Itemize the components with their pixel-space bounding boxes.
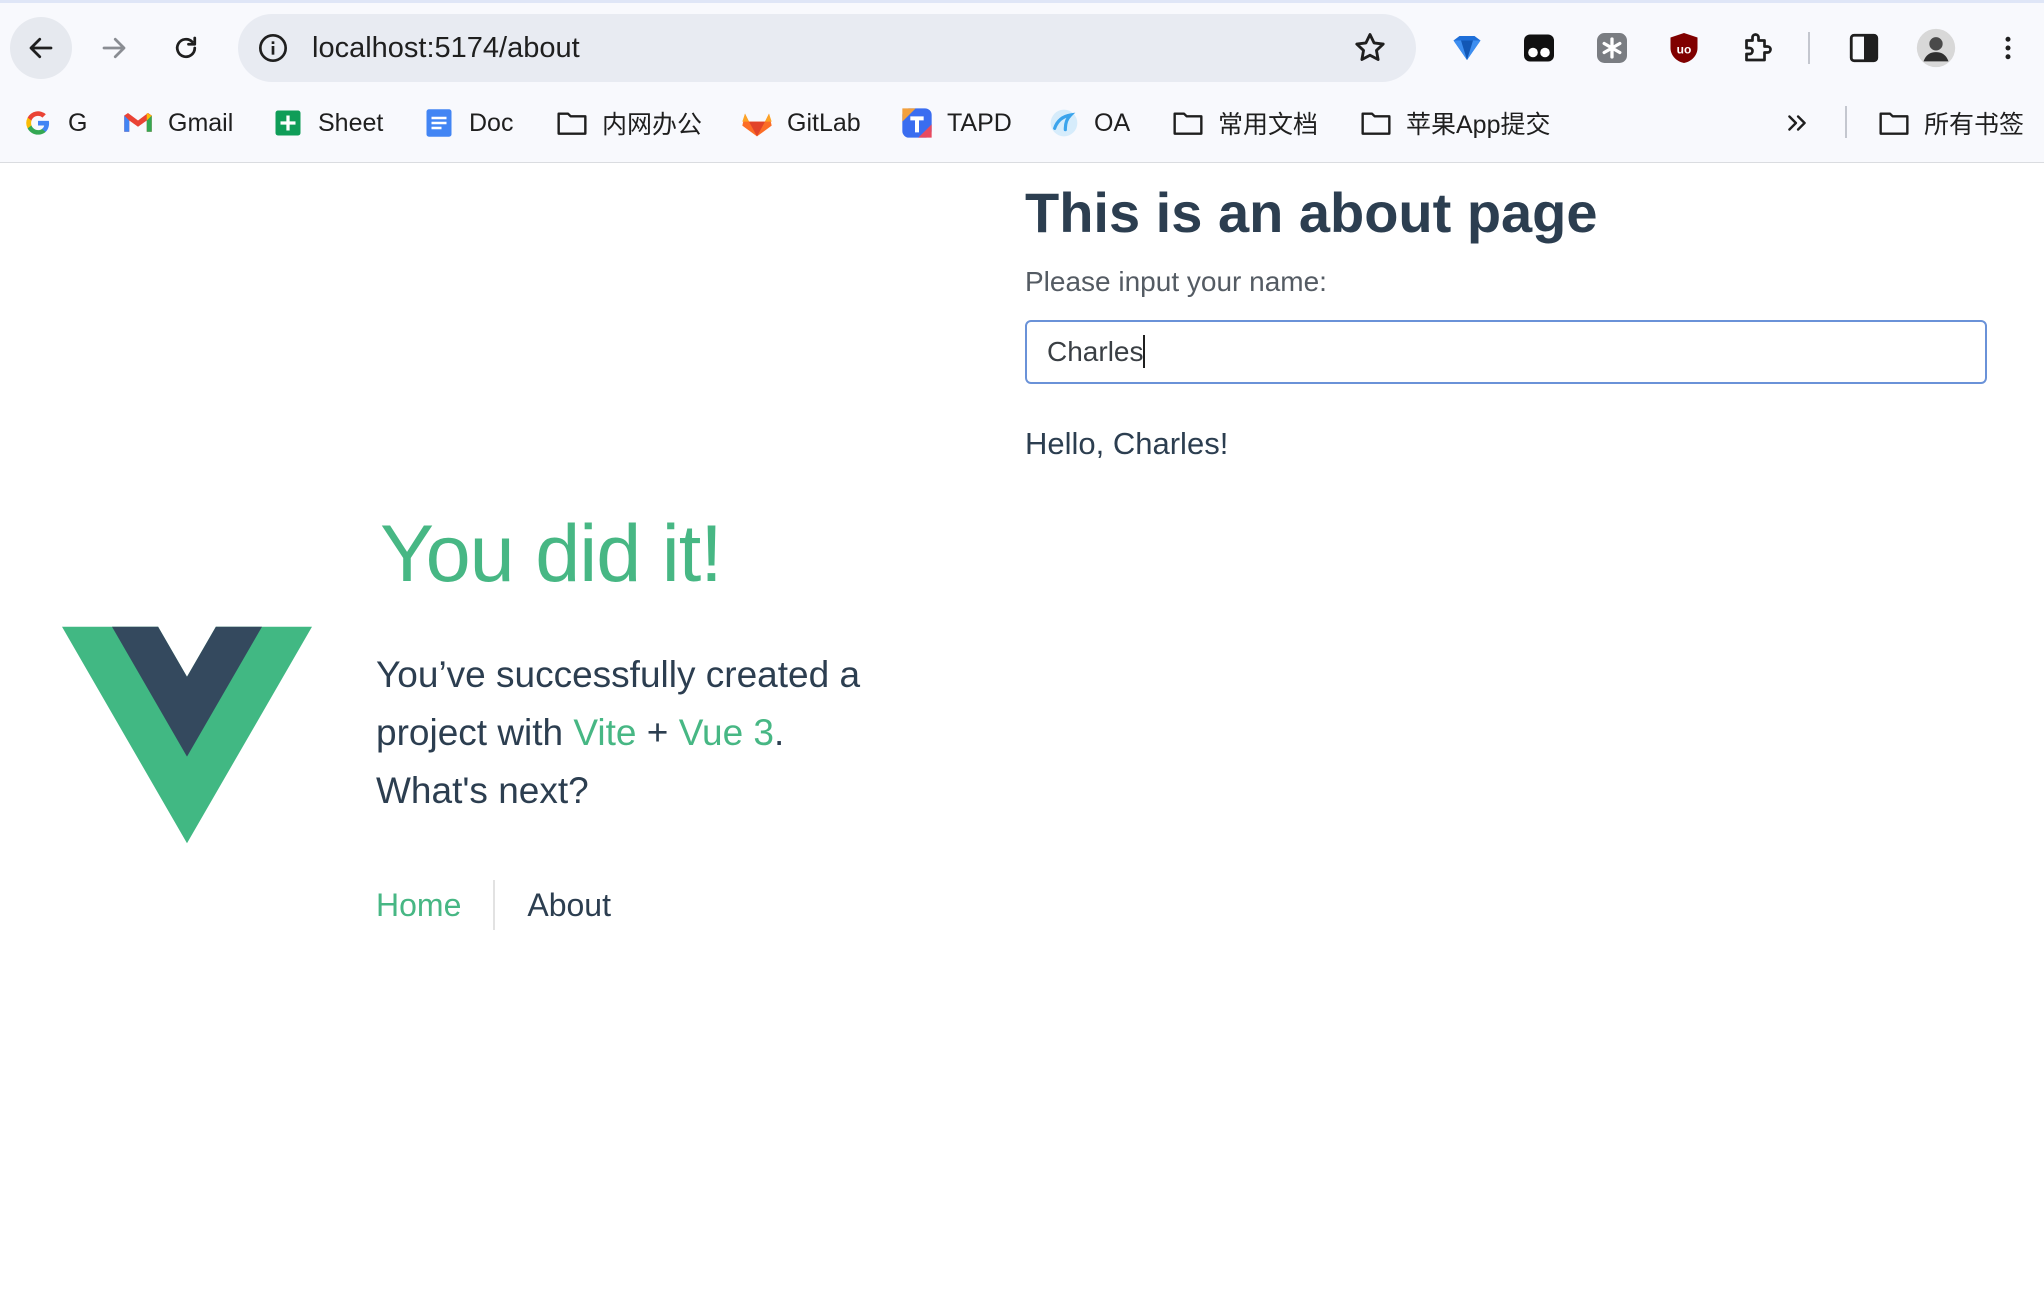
greeting-text: Hello, Charles! xyxy=(1025,426,1229,461)
bookmark-folder-docs[interactable]: 常用文档 xyxy=(1172,100,1318,146)
folder-icon xyxy=(1878,107,1910,139)
bookmark-label: OA xyxy=(1094,108,1131,137)
bookmark-label: 内网办公 xyxy=(602,111,703,139)
bookmark-google[interactable]: G xyxy=(22,100,87,146)
period: . xyxy=(774,712,785,753)
back-button[interactable] xyxy=(10,17,72,79)
arrow-right-icon xyxy=(102,37,126,59)
bookmark-gitlab[interactable]: GitLab xyxy=(741,100,861,146)
tapd-icon xyxy=(901,107,933,139)
double-chevron-right-icon xyxy=(1788,115,1806,131)
bookmark-label: GitLab xyxy=(787,108,861,137)
bookmark-label: Doc xyxy=(469,108,514,137)
url-text[interactable]: localhost:5174/about xyxy=(312,14,580,82)
oa-icon xyxy=(1048,107,1080,139)
name-input-label: Please input your name: xyxy=(1025,266,1327,297)
sheets-icon xyxy=(272,107,304,139)
gitlab-icon xyxy=(741,107,773,139)
hero-title: You did it! xyxy=(380,509,723,599)
docs-icon xyxy=(423,107,455,139)
bookmark-label: TAPD xyxy=(947,108,1012,137)
hero-text-after: What's next? xyxy=(376,770,589,811)
folder-icon xyxy=(556,107,588,139)
profile-avatar[interactable] xyxy=(1914,26,1958,70)
main-nav: Home About xyxy=(376,880,611,930)
bookmark-gmail[interactable]: Gmail xyxy=(122,100,233,146)
bookmarks-divider xyxy=(1845,106,1847,138)
hero-description: You’ve successfully created a project wi… xyxy=(376,646,896,820)
page-title: This is an about page xyxy=(1025,181,1598,244)
bookmarks-overflow-button[interactable] xyxy=(1784,100,1810,146)
ublock-origin-icon[interactable]: uo xyxy=(1662,26,1706,70)
address-bar[interactable]: localhost:5174/about xyxy=(238,14,1416,82)
plus-sign: + xyxy=(646,712,669,753)
extension-spy-icon[interactable] xyxy=(1517,26,1561,70)
toolbar-divider xyxy=(1808,32,1810,64)
bookmark-label: 苹果App提交 xyxy=(1406,111,1551,139)
nav-home-link[interactable]: Home xyxy=(376,887,493,924)
bookmark-label: G xyxy=(68,108,88,137)
nav-about-link[interactable]: About xyxy=(495,887,611,924)
menu-kebab-icon[interactable] xyxy=(1986,26,2030,70)
folder-icon xyxy=(1172,107,1204,139)
forward-button[interactable] xyxy=(83,17,145,79)
bookmarks-bar: G Gmail Sheet Doc 内网办公 GitLab TAPD OA 常用… xyxy=(0,100,2044,146)
side-panel-icon[interactable] xyxy=(1842,26,1886,70)
bookmark-folder-appstore[interactable]: 苹果App提交 xyxy=(1360,100,1550,146)
folder-icon xyxy=(1360,107,1392,139)
reload-icon xyxy=(175,36,197,59)
bookmark-label: Sheet xyxy=(318,108,384,137)
bookmark-oa[interactable]: OA xyxy=(1048,100,1130,146)
gmail-icon xyxy=(122,107,154,139)
site-info-icon[interactable] xyxy=(256,31,290,65)
extensions-puzzle-icon[interactable] xyxy=(1735,26,1779,70)
bookmark-doc[interactable]: Doc xyxy=(423,100,513,146)
bookmark-tapd[interactable]: TAPD xyxy=(901,100,1012,146)
bookmark-label: 常用文档 xyxy=(1218,111,1319,139)
extension-diamond-icon[interactable] xyxy=(1445,26,1489,70)
browser-toolbar: localhost:5174/about uo G Gmail Sheet Do… xyxy=(0,0,2044,163)
bookmark-sheet[interactable]: Sheet xyxy=(272,100,383,146)
all-bookmarks-folder[interactable]: 所有书签 xyxy=(1878,100,2024,146)
vue-logo xyxy=(62,626,312,844)
vue-link[interactable]: Vue 3 xyxy=(679,712,774,753)
vite-link[interactable]: Vite xyxy=(573,712,636,753)
name-input[interactable] xyxy=(1025,320,1987,384)
arrow-left-icon xyxy=(29,37,53,59)
bookmark-label: 所有书签 xyxy=(1924,111,2025,139)
text-caret xyxy=(1143,335,1145,368)
bookmark-label: Gmail xyxy=(168,108,234,137)
reload-button[interactable] xyxy=(155,17,217,79)
bookmark-folder-intranet[interactable]: 内网办公 xyxy=(556,100,702,146)
google-icon xyxy=(22,107,54,139)
svg-text:uo: uo xyxy=(1677,42,1692,56)
bookmark-star-icon[interactable] xyxy=(1352,30,1388,66)
tab-strip-edge xyxy=(0,0,2044,3)
extension-asterisk-icon[interactable] xyxy=(1590,26,1634,70)
